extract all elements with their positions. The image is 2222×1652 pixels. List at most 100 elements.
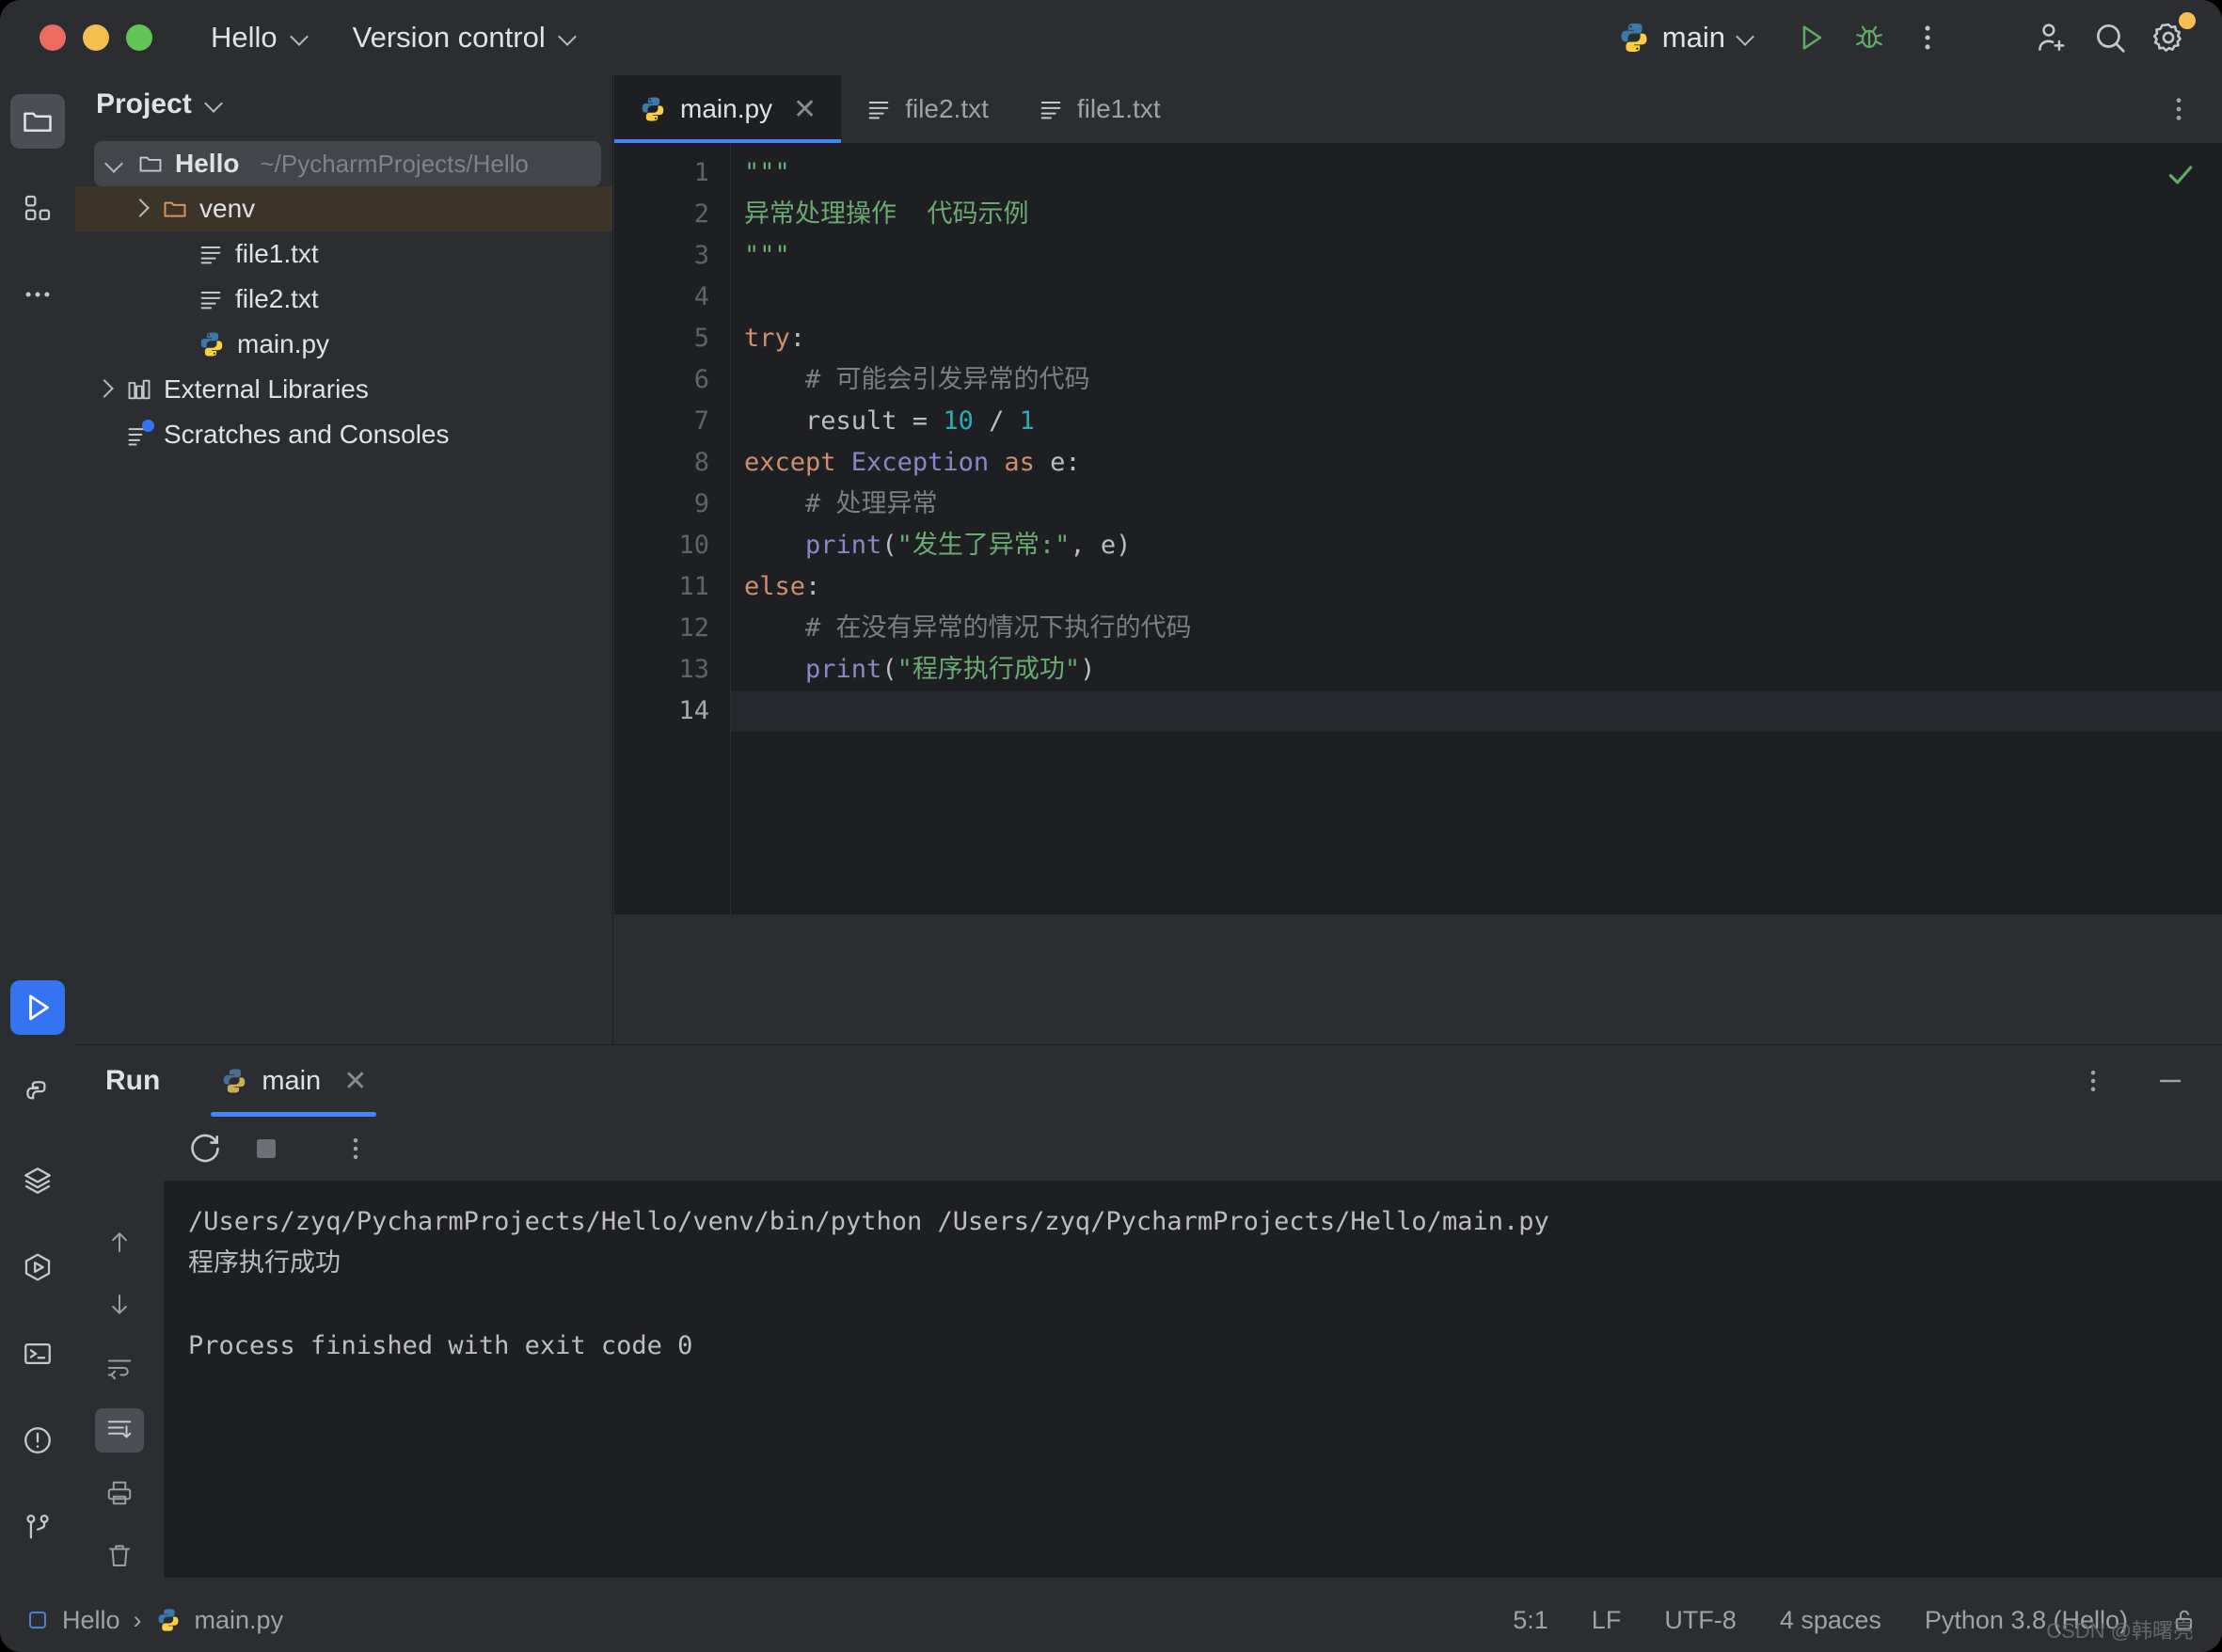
code-token: 10 [943,406,974,436]
code-line[interactable]: try: [731,318,2222,359]
chevron-down-icon[interactable] [205,95,224,114]
code-line[interactable]: """ [731,235,2222,277]
soft-wrap-button[interactable] [95,1345,144,1390]
scroll-up-button[interactable] [95,1220,144,1264]
editor-options-button[interactable] [2164,75,2194,143]
run-configuration-selector[interactable]: main [1617,21,1755,55]
ok-check-icon[interactable] [2166,160,2196,190]
sidebar-item-version-control[interactable] [10,1500,65,1554]
code-line[interactable]: # 在没有异常的情况下执行的代码 [731,608,2222,649]
project-tool-window: Project Hello ~/PycharmProjects/Hello ve… [75,75,613,1044]
code-token: else [744,572,806,601]
chevron-right-icon[interactable] [94,379,115,400]
close-icon[interactable]: ✕ [793,93,817,126]
code-token: except [744,448,851,477]
debug-button[interactable] [1840,8,1898,67]
code-content[interactable]: """ 异常处理操作 代码示例 """ try: # 可能会引发异常的代码 resul… [731,143,2222,914]
breadcrumb-item-main-py[interactable]: main.py [195,1606,284,1635]
code-token: : [805,572,821,601]
chevron-down-icon[interactable] [105,153,126,174]
sidebar-item-run[interactable] [10,980,65,1035]
sidebar-item-structure[interactable] [10,181,65,235]
close-window-button[interactable] [40,24,66,51]
tab-file1-txt[interactable]: file1.txt [1013,75,1185,143]
code-token: # 处理异常 [744,489,938,518]
more-actions-button[interactable] [1898,8,1957,67]
text-file-icon [865,96,892,122]
sidebar-item-services[interactable] [10,1240,65,1295]
code-line[interactable] [731,277,2222,318]
project-title: Project [96,88,192,119]
indent-setting[interactable]: 4 spaces [1780,1606,1881,1635]
chevron-down-icon [559,28,578,47]
sidebar-item-terminal[interactable] [10,1326,65,1381]
sidebar-item-more[interactable] [10,267,65,322]
console-line: 程序执行成功 [188,1248,341,1278]
minimize-window-button[interactable] [83,24,109,51]
code-line[interactable]: """ [731,152,2222,194]
sidebar-item-project[interactable] [10,94,65,149]
file-encoding[interactable]: UTF-8 [1664,1606,1737,1635]
run-console-output[interactable]: /Users/zyq/PycharmProjects/Hello/venv/bi… [164,1181,2222,1578]
tree-item-scratches[interactable]: Scratches and Consoles [75,412,612,457]
tree-item-label: Hello [175,149,240,178]
code-line[interactable]: 异常处理操作 代码示例 [731,194,2222,235]
sidebar-item-problems[interactable] [10,1413,65,1468]
code-line[interactable]: except Exception as e: [731,442,2222,484]
code-token: e: [1050,448,1081,477]
code-line[interactable]: print("发生了异常:", e) [731,525,2222,566]
run-button[interactable] [1782,8,1840,67]
editor-tab-bar: main.py ✕ file2.txt file1.txt [614,75,2222,143]
minimize-icon[interactable] [2141,1052,2199,1110]
code-editor[interactable]: 1 2 3 4 5 6 7 8 9 10 11 12 13 14 """ 异常处理操作 代码示例 """ try… [614,143,2222,914]
tree-item-file1[interactable]: file1.txt [75,231,612,277]
tree-item-external-libraries[interactable]: External Libraries [75,367,612,412]
tab-label: main.py [680,94,773,123]
code-line[interactable]: else: [731,566,2222,608]
close-icon[interactable]: ✕ [343,1065,367,1098]
tree-item-file2[interactable]: file2.txt [75,277,612,322]
sidebar-item-python-packages[interactable] [10,1067,65,1121]
tree-item-path: ~/PycharmProjects/Hello [260,149,529,178]
chevron-right-icon[interactable] [130,199,151,219]
clear-button[interactable] [95,1533,144,1578]
gear-icon[interactable] [2139,8,2198,67]
status-bar: Hello › main.py 5:1 LF UTF-8 4 spaces Py… [0,1588,2222,1652]
project-menu[interactable]: Hello [211,21,309,55]
tree-item-mainpy[interactable]: main.py [75,322,612,367]
code-line[interactable]: # 可能会引发异常的代码 [731,359,2222,401]
run-tab-main[interactable]: main ✕ [211,1045,377,1117]
stop-icon[interactable] [252,1135,280,1163]
code-line[interactable]: print("程序执行成功") [731,649,2222,691]
version-control-menu[interactable]: Version control [353,21,578,55]
breadcrumb-item-hello[interactable]: Hello [62,1606,120,1635]
code-token: : [789,324,806,353]
code-line[interactable]: result = 10 / 1 [731,401,2222,442]
code-token: """ [744,158,790,187]
version-control-menu-label: Version control [352,21,546,54]
line-number: 1 [693,158,709,187]
sidebar-item-database[interactable] [10,1153,65,1208]
more-vertical-icon[interactable] [341,1135,370,1163]
tree-item-venv[interactable]: venv [75,186,612,231]
scroll-to-end-button[interactable] [95,1408,144,1453]
project-header[interactable]: Project [75,75,612,134]
rerun-icon[interactable] [188,1132,222,1166]
tab-file2-txt[interactable]: file2.txt [841,75,1013,143]
tree-item-hello[interactable]: Hello ~/PycharmProjects/Hello [94,141,601,186]
tab-main-py[interactable]: main.py ✕ [614,75,842,143]
search-icon[interactable] [2081,8,2139,67]
code-line[interactable] [731,691,2222,732]
print-button[interactable] [95,1471,144,1516]
run-panel-toolbar [164,1117,2222,1181]
code-line[interactable]: # 处理异常 [731,484,2222,525]
maximize-window-button[interactable] [126,24,152,51]
caret-position[interactable]: 5:1 [1513,1606,1548,1635]
line-separator[interactable]: LF [1592,1606,1622,1635]
tree-item-label: External Libraries [164,374,369,404]
run-panel-title: Run [105,1065,161,1096]
add-user-icon[interactable] [2023,8,2081,67]
scroll-down-button[interactable] [95,1283,144,1327]
line-number: 5 [693,324,709,353]
run-panel-settings-button[interactable] [2064,1052,2122,1110]
